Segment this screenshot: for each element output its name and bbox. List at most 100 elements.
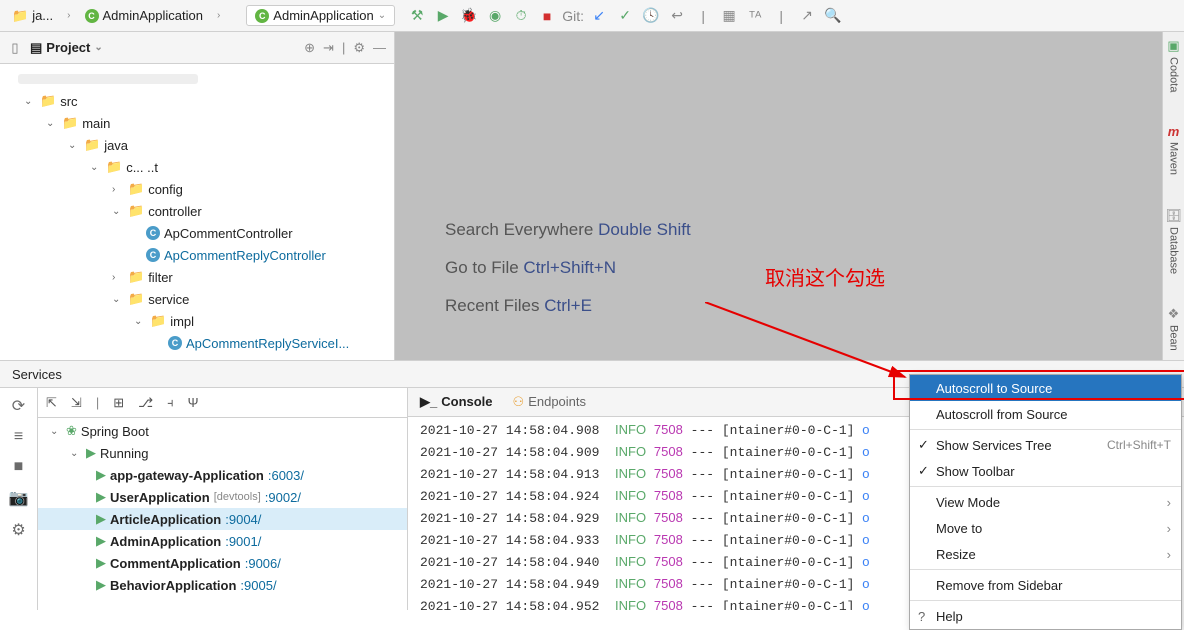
tree-node[interactable]: ApCommentReplyController — [164, 248, 326, 263]
app-name: CommentApplication — [110, 556, 241, 571]
tab-java[interactable]: 📁 ja... — [4, 6, 61, 26]
service-app-row[interactable]: ▶BehaviorApplication :9005/ — [38, 574, 407, 596]
tree-node[interactable]: ApCommentController — [164, 226, 293, 241]
profile-icon[interactable]: ⏱ — [513, 8, 529, 24]
tree-node[interactable]: filter — [148, 270, 173, 285]
translate-icon[interactable]: ᵀᴬ — [747, 8, 763, 24]
package-icon: 📁 — [106, 159, 122, 175]
app-port[interactable]: :9004/ — [225, 512, 261, 527]
tab-admin[interactable]: C AdminApplication — [77, 6, 211, 25]
app-port[interactable]: :6003/ — [268, 468, 304, 483]
run-icon[interactable]: ▶ — [435, 8, 451, 24]
tool-stripe-icon[interactable]: ▯ — [8, 40, 22, 56]
tool-icon[interactable]: ⚙ — [11, 520, 25, 540]
collapse-icon[interactable]: ⇥ — [323, 40, 334, 56]
menu-autoscroll-from-source[interactable]: Autoscroll from Source — [910, 401, 1181, 427]
stop-icon[interactable]: ■ — [539, 8, 555, 24]
tree-node[interactable]: src — [60, 94, 77, 109]
coverage-icon[interactable]: ◉ — [487, 8, 503, 24]
tree-node[interactable]: Running — [100, 446, 148, 461]
tree-node[interactable]: impl — [170, 314, 194, 329]
filter-icon[interactable]: ≡ — [14, 428, 23, 446]
service-app-row[interactable]: ▶AdminApplication :9001/ — [38, 530, 407, 552]
menu-resize[interactable]: Resize — [910, 541, 1181, 567]
chevron-right-icon[interactable]: › — [112, 184, 124, 195]
tree-node[interactable]: c... ..t — [126, 160, 158, 175]
branch-icon[interactable]: ⎇ — [138, 395, 153, 411]
chevron-down-icon[interactable]: ⌄ — [50, 426, 62, 437]
target-icon[interactable]: ⊕ — [304, 40, 315, 56]
fork-icon[interactable]: Ψ — [188, 395, 199, 410]
services-title[interactable]: Services — [12, 367, 62, 382]
export-icon[interactable]: ↗ — [799, 8, 815, 24]
collapse-icon[interactable]: ⇲ — [71, 395, 82, 411]
right-tool-stripe: ▣Codota mMaven 🗄Database ❖Bean — [1162, 32, 1184, 360]
tree-node[interactable]: ApCommentReplyServiceI... — [186, 336, 349, 351]
commit-icon[interactable]: ✓ — [617, 8, 633, 24]
tree-node[interactable]: config — [148, 182, 183, 197]
chevron-down-icon[interactable]: ⌄ — [24, 96, 36, 107]
tab-bean[interactable]: ❖Bean — [1168, 306, 1180, 351]
tree-node[interactable]: controller — [148, 204, 201, 219]
project-tree[interactable]: ⌄📁src ⌄📁main ⌄📁java ⌄📁c... ..t ›📁config … — [0, 64, 394, 358]
panel-title[interactable]: ▤ Project ⌄ — [30, 40, 103, 56]
gear-icon[interactable]: ⚙ — [353, 40, 365, 56]
run-configuration[interactable]: C AdminApplication ⌄ — [246, 5, 395, 26]
endpoints-icon: ⚇ — [513, 394, 525, 410]
menu-view-mode[interactable]: View Mode — [910, 489, 1181, 515]
structure-icon[interactable]: ▦ — [721, 8, 737, 24]
stop-icon[interactable]: ■ — [14, 458, 24, 476]
chevron-down-icon[interactable]: ⌄ — [68, 140, 80, 151]
menu-show-toolbar[interactable]: Show Toolbar — [910, 458, 1181, 484]
tab-maven[interactable]: mMaven — [1168, 124, 1180, 175]
camera-icon[interactable]: 📷 — [9, 488, 29, 508]
menu-autoscroll-to-source[interactable]: Autoscroll to Source — [910, 375, 1181, 401]
chevron-down-icon[interactable]: ⌄ — [134, 316, 146, 327]
chevron-down-icon[interactable]: ⌄ — [112, 206, 124, 217]
hide-icon[interactable]: — — [373, 40, 386, 55]
services-tree[interactable]: ⌄❀Spring Boot ⌄▶Running ▶app-gateway-App… — [38, 418, 407, 598]
package-icon: 📁 — [128, 269, 144, 285]
menu-show-services-tree[interactable]: Show Services TreeCtrl+Shift+T — [910, 432, 1181, 458]
tree-node[interactable]: service — [148, 292, 189, 307]
merge-icon[interactable]: ⫞ — [167, 395, 174, 411]
service-app-row[interactable]: ▶app-gateway-Application :6003/ — [38, 464, 407, 486]
service-app-row[interactable]: ▶UserApplication [devtools] :9002/ — [38, 486, 407, 508]
grid-icon[interactable]: ⊞ — [113, 395, 124, 411]
context-menu: Autoscroll to Source Autoscroll from Sou… — [909, 374, 1182, 630]
tree-node[interactable]: main — [82, 116, 110, 131]
history-icon[interactable]: 🕓 — [643, 8, 659, 24]
package-icon: 📁 — [128, 203, 144, 219]
menu-help[interactable]: Help — [910, 603, 1181, 629]
chevron-down-icon[interactable]: ⌄ — [112, 294, 124, 305]
toolbar-actions: ⚒ ▶ 🐞 ◉ ⏱ ■ Git: ↙ ✓ 🕓 ↩ | ▦ ᵀᴬ | ↗ 🔍 — [409, 8, 841, 24]
chevron-down-icon[interactable]: ⌄ — [46, 118, 58, 129]
service-app-row[interactable]: ▶CommentApplication :9006/ — [38, 552, 407, 574]
search-icon[interactable]: 🔍 — [825, 8, 841, 24]
expand-icon[interactable]: ⇱ — [46, 395, 57, 411]
tab-endpoints[interactable]: ⚇Endpoints — [513, 394, 586, 410]
menu-remove-from-sidebar[interactable]: Remove from Sidebar — [910, 572, 1181, 598]
build-icon[interactable]: ⚒ — [409, 8, 425, 24]
app-port[interactable]: :9006/ — [245, 556, 281, 571]
chevron-down-icon[interactable]: ⌄ — [70, 448, 82, 459]
debug-icon[interactable]: 🐞 — [461, 8, 477, 24]
tree-node[interactable]: Spring Boot — [81, 424, 149, 439]
chevron-right-icon[interactable]: › — [112, 272, 124, 283]
app-port[interactable]: :9002/ — [265, 490, 301, 505]
tab-database[interactable]: 🗄Database — [1165, 208, 1182, 274]
rerun-icon[interactable]: ⟳ — [12, 396, 25, 416]
app-port[interactable]: :9001/ — [225, 534, 261, 549]
tab-console[interactable]: ▶_Console — [420, 394, 493, 410]
sep-icon: | — [342, 40, 345, 55]
menu-move-to[interactable]: Move to — [910, 515, 1181, 541]
service-app-row[interactable]: ▶ArticleApplication :9004/ — [38, 508, 407, 530]
chevron-down-icon[interactable]: ⌄ — [90, 162, 102, 173]
tab-codota[interactable]: ▣Codota — [1167, 38, 1179, 92]
app-name: app-gateway-Application — [110, 468, 264, 483]
annotation-arrow — [705, 302, 925, 392]
app-port[interactable]: :9005/ — [240, 578, 276, 593]
update-icon[interactable]: ↙ — [591, 8, 607, 24]
revert-icon[interactable]: ↩ — [669, 8, 685, 24]
tree-node[interactable]: java — [104, 138, 128, 153]
